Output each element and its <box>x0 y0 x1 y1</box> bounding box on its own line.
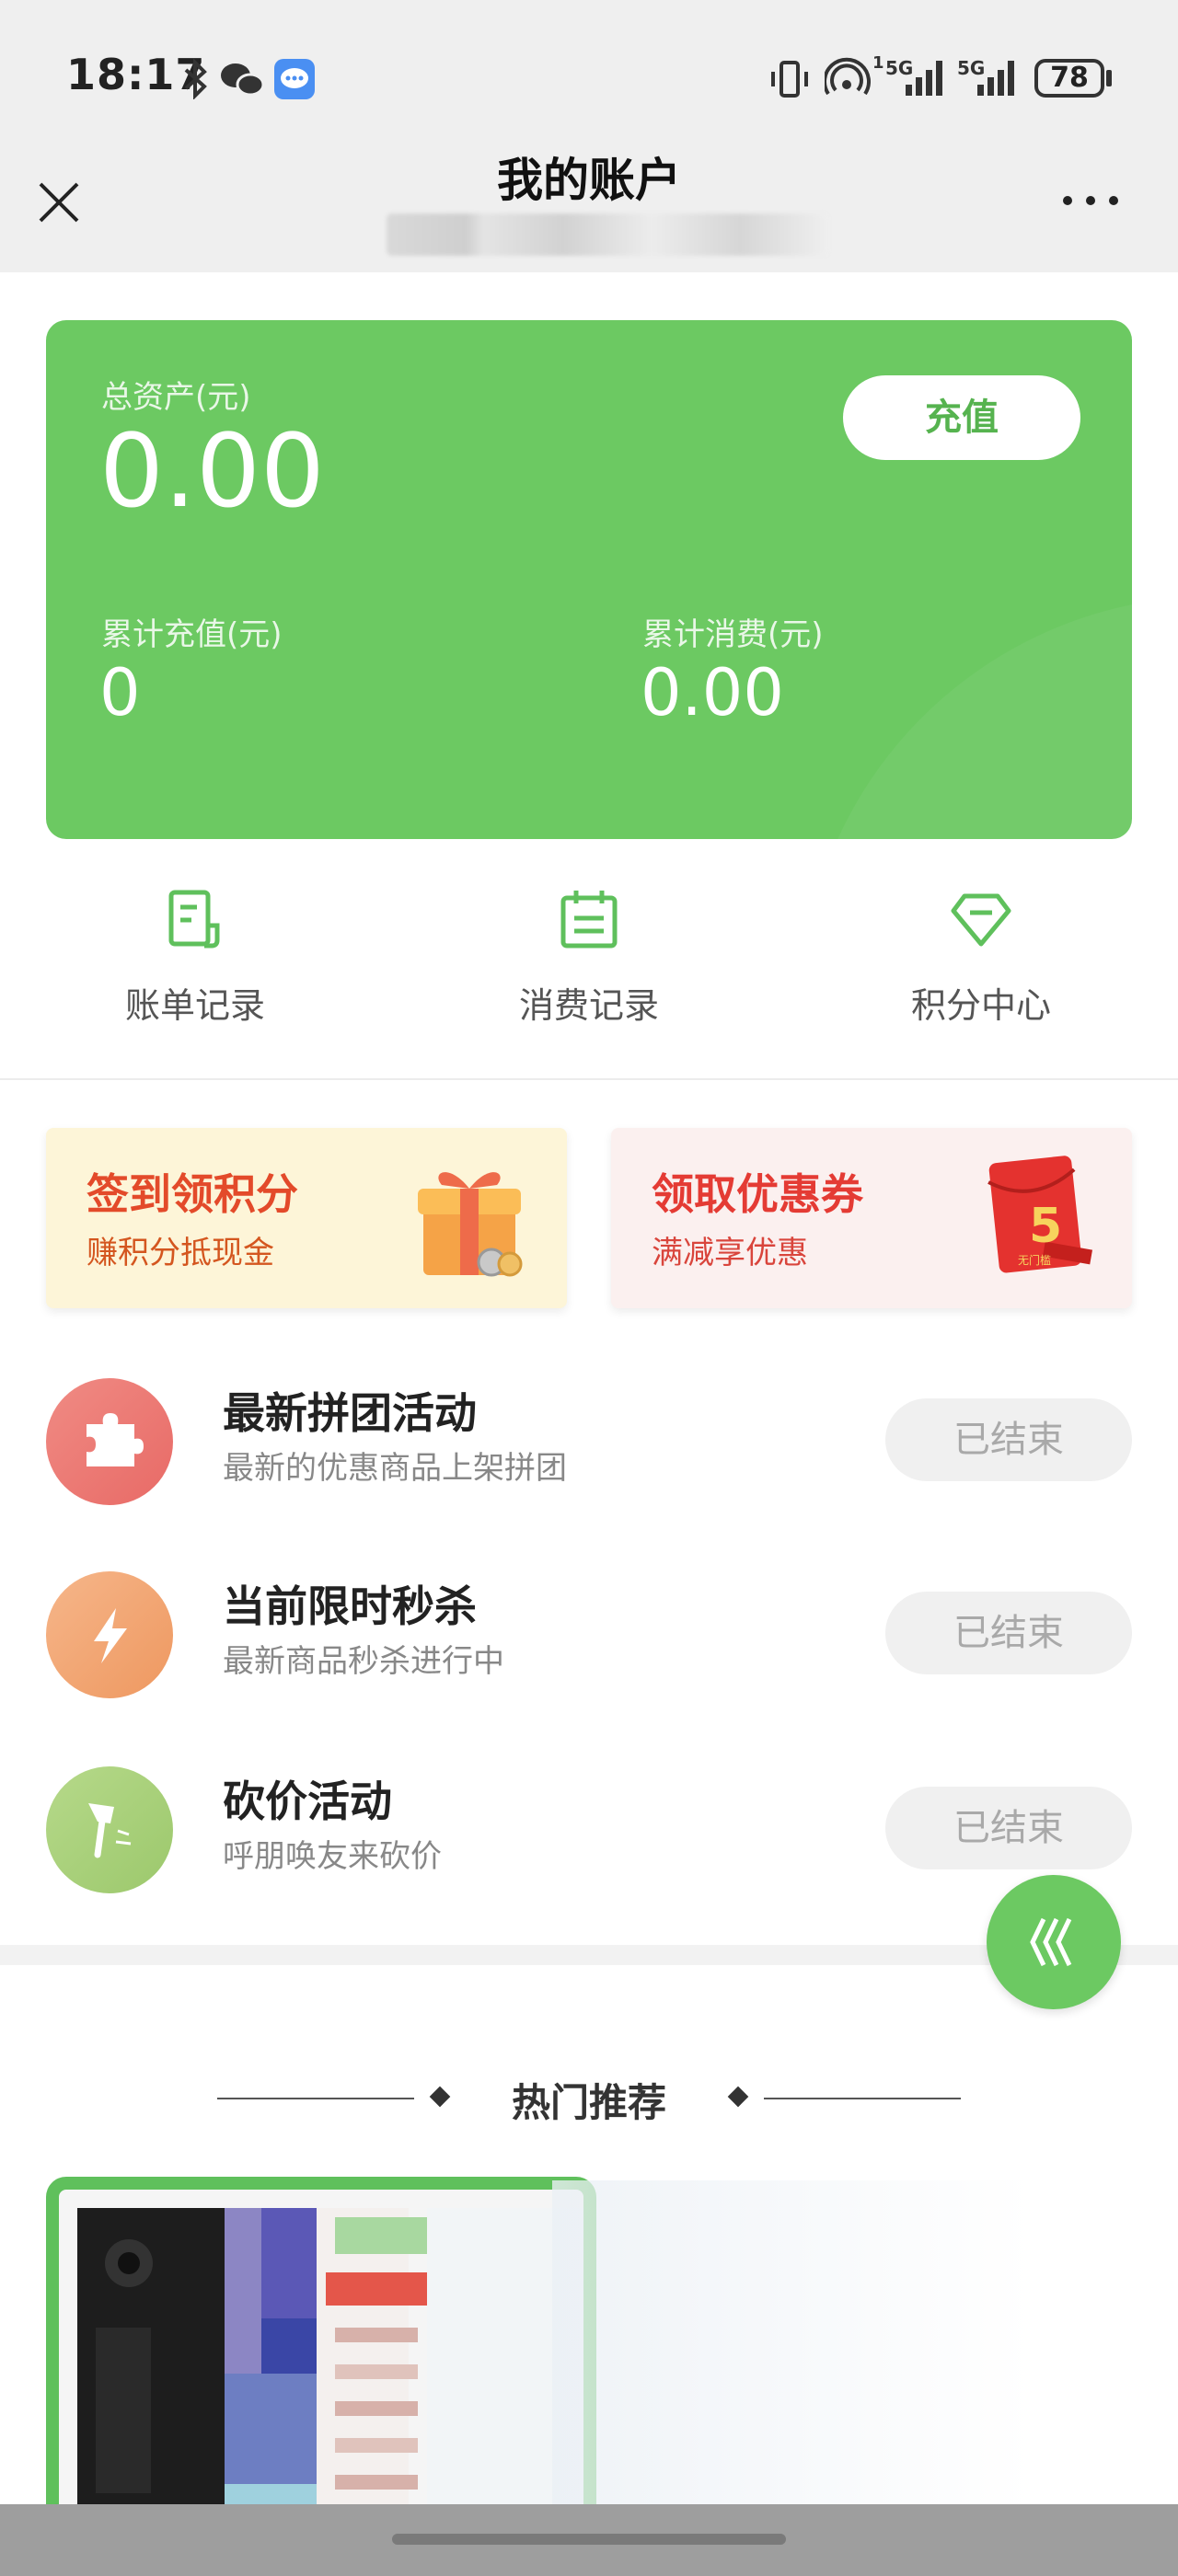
wechat-icon <box>221 63 265 97</box>
more-icon[interactable] <box>1058 182 1123 219</box>
promo-signin-points[interactable]: 签到领积分 赚积分抵现金 <box>46 1128 567 1308</box>
promo-subtitle: 赚积分抵现金 <box>87 1235 274 1271</box>
total-assets-label: 总资产(元) <box>101 379 251 416</box>
activity-status-button[interactable]: 已结束 <box>885 1592 1132 1674</box>
coupon-badge-number: 5 <box>1029 1199 1062 1254</box>
message-app-icon <box>274 59 315 99</box>
lightning-icon <box>46 1571 173 1698</box>
diamond-icon <box>951 893 1011 947</box>
cumulative-spend-value: 0.00 <box>641 655 784 730</box>
battery-indicator: 78 <box>1034 59 1104 98</box>
hot-section-title: 热门推荐 <box>511 2080 666 2125</box>
hotspot-icon <box>825 57 871 96</box>
total-assets-value: 0.00 <box>99 412 325 530</box>
asset-card: 总资产(元) 0.00 充值 累计充值(元) 0 累计消费(元) 0.00 <box>46 320 1132 839</box>
battery-tip <box>1106 70 1112 86</box>
activity-title: 最新拼团活动 <box>223 1388 477 1438</box>
promo-subtitle: 满减享优惠 <box>652 1235 808 1271</box>
vibrate-icon <box>771 61 808 98</box>
nav-label: 账单记录 <box>124 985 265 1026</box>
gift-icon <box>418 1172 523 1277</box>
activity-status-button[interactable]: 已结束 <box>885 1787 1132 1869</box>
bluetooth-icon <box>184 59 207 99</box>
floating-menu-button[interactable] <box>987 1875 1121 2009</box>
chevrons-left-icon <box>1030 1917 1072 1967</box>
activity-row-group-buy[interactable]: 最新拼团活动 最新的优惠商品上架拼团 已结束 <box>0 1369 1178 1516</box>
divider <box>0 1078 1178 1080</box>
blurred-account-id <box>387 213 828 256</box>
card-decoration <box>801 596 1132 839</box>
recharge-button[interactable]: 充值 <box>843 375 1080 460</box>
bill-icon <box>168 890 220 949</box>
activity-status-button[interactable]: 已结束 <box>885 1398 1132 1481</box>
page-title: 我的账户 <box>497 154 681 207</box>
nav-points-center[interactable]: 积分中心 <box>834 889 1128 1045</box>
cumulative-spend-label: 累计消费(元) <box>642 616 824 653</box>
red-envelope-icon: 5 无门槛 <box>987 1156 1092 1273</box>
promo-title: 领取优惠券 <box>652 1169 863 1219</box>
signal-2-icon <box>977 61 1014 96</box>
activity-row-flash-sale[interactable]: 当前限时秒杀 最新商品秒杀进行中 已结束 <box>0 1562 1178 1709</box>
activity-subtitle: 呼朋唤友来砍价 <box>223 1838 442 1875</box>
cumulative-recharge-label: 累计充值(元) <box>101 616 283 653</box>
nav-consumption-records[interactable]: 消费记录 <box>442 889 736 1045</box>
cumulative-recharge-value: 0 <box>99 655 141 730</box>
activity-subtitle: 最新的优惠商品上架拼团 <box>223 1450 567 1487</box>
signal-1-icon <box>906 61 942 96</box>
home-indicator[interactable] <box>392 2534 786 2545</box>
axe-icon <box>46 1766 173 1893</box>
promo-get-coupon[interactable]: 领取优惠券 满减享优惠 5 无门槛 <box>611 1128 1132 1308</box>
network-sup-label: 1 <box>872 53 884 73</box>
nav-label: 消费记录 <box>518 985 659 1026</box>
nav-label: 积分中心 <box>910 985 1051 1026</box>
close-icon[interactable] <box>33 177 85 228</box>
promo-title: 签到领积分 <box>87 1169 298 1219</box>
activity-title: 当前限时秒杀 <box>223 1581 477 1631</box>
clipboard-icon <box>560 891 618 949</box>
activity-subtitle: 最新商品秒杀进行中 <box>223 1643 504 1680</box>
activity-title: 砍价活动 <box>223 1777 392 1826</box>
puzzle-icon <box>46 1378 173 1505</box>
coupon-badge-caption: 无门槛 <box>1018 1253 1051 1267</box>
hot-divider-right <box>764 2098 961 2099</box>
nav-bill-records[interactable]: 账单记录 <box>48 889 342 1045</box>
